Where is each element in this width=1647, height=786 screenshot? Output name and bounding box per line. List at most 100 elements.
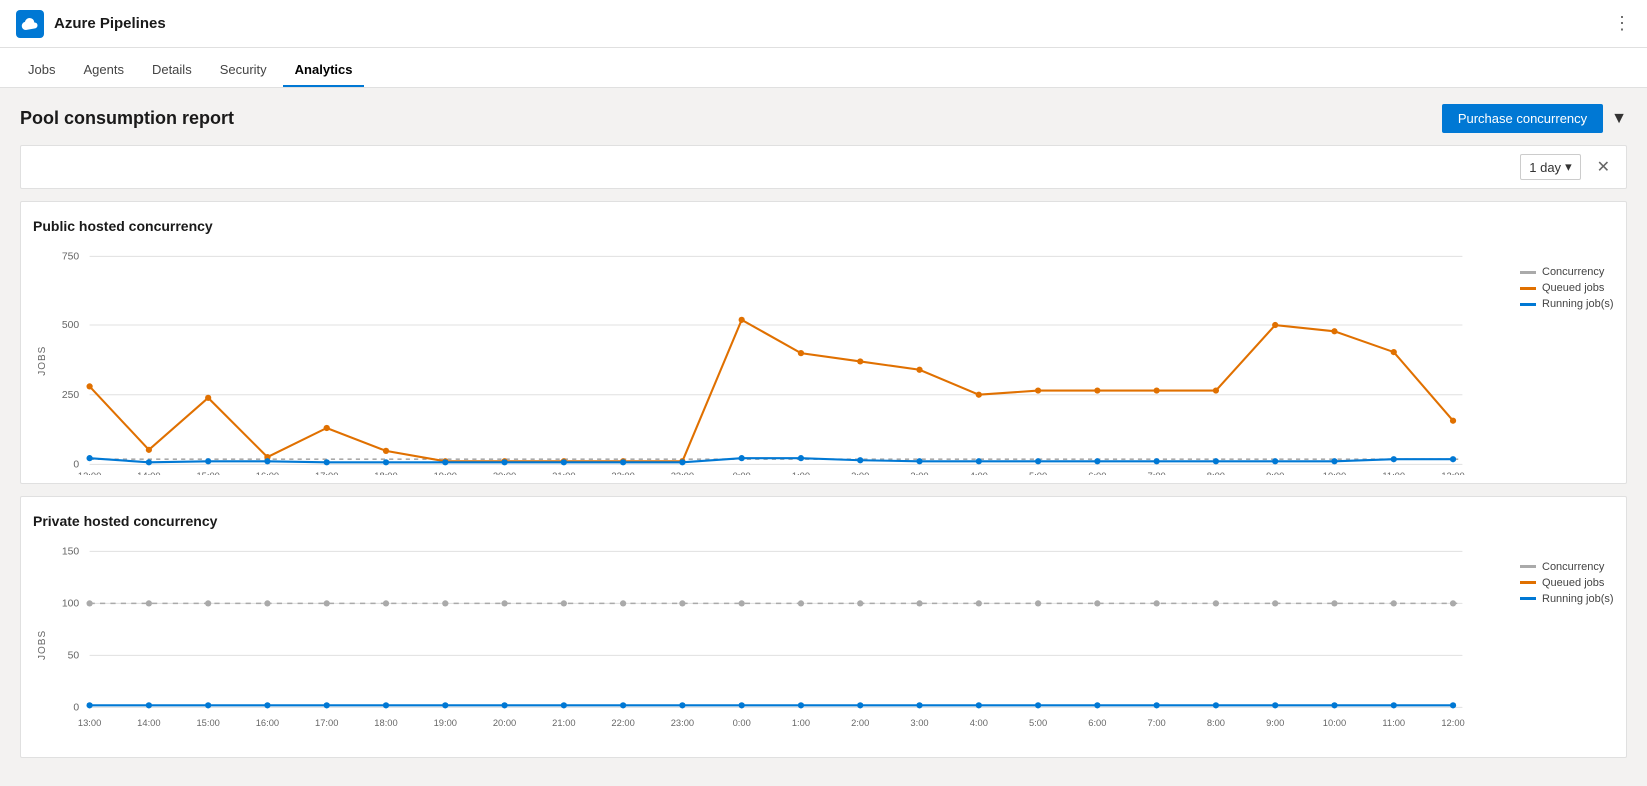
nav-item-jobs[interactable]: Jobs <box>16 54 67 87</box>
svg-text:8:00: 8:00 <box>1207 471 1225 475</box>
svg-text:17:00: 17:00 <box>315 718 338 728</box>
filter-icon[interactable]: ▼ <box>1611 110 1627 128</box>
main-nav: Jobs Agents Details Security Analytics <box>0 48 1647 88</box>
svg-text:12:00: 12:00 <box>1441 471 1464 475</box>
svg-text:0:00: 0:00 <box>733 718 751 728</box>
svg-text:16:00: 16:00 <box>256 471 279 475</box>
svg-text:21:00: 21:00 <box>552 718 575 728</box>
svg-text:50: 50 <box>68 650 80 661</box>
legend-running: Running job(s) <box>1520 298 1614 310</box>
svg-text:22:00: 22:00 <box>611 718 634 728</box>
svg-text:9:00: 9:00 <box>1266 718 1284 728</box>
private-chart-section: Private hosted concurrency JOBS 150 100 … <box>20 496 1627 758</box>
svg-text:20:00: 20:00 <box>493 718 516 728</box>
chevron-down-icon: ▾ <box>1565 159 1572 175</box>
public-chart-section: Public hosted concurrency JOBS 750 500 2… <box>20 201 1627 484</box>
svg-text:7:00: 7:00 <box>1148 718 1166 728</box>
svg-text:7:00: 7:00 <box>1148 471 1166 475</box>
nav-item-analytics[interactable]: Analytics <box>283 54 365 87</box>
svg-text:500: 500 <box>62 320 80 331</box>
svg-text:750: 750 <box>62 252 80 263</box>
svg-text:15:00: 15:00 <box>196 471 219 475</box>
svg-text:11:00: 11:00 <box>1382 718 1405 728</box>
header-actions: Purchase concurrency ▼ <box>1442 104 1627 133</box>
svg-text:18:00: 18:00 <box>374 718 397 728</box>
svg-text:2:00: 2:00 <box>851 718 869 728</box>
svg-text:0: 0 <box>73 460 79 471</box>
legend-concurrency-icon <box>1520 271 1536 274</box>
svg-text:0:00: 0:00 <box>733 471 751 475</box>
private-chart-svg: 150 100 50 0 <box>48 541 1504 749</box>
svg-text:18:00: 18:00 <box>374 471 397 475</box>
svg-text:14:00: 14:00 <box>137 471 160 475</box>
public-y-axis-label: JOBS <box>33 246 48 475</box>
svg-text:15:00: 15:00 <box>196 718 219 728</box>
private-chart-area: 150 100 50 0 <box>48 541 1504 749</box>
svg-text:19:00: 19:00 <box>434 471 457 475</box>
svg-text:17:00: 17:00 <box>315 471 338 475</box>
svg-text:21:00: 21:00 <box>552 471 575 475</box>
purchase-concurrency-button[interactable]: Purchase concurrency <box>1442 104 1603 133</box>
svg-text:9:00: 9:00 <box>1266 471 1284 475</box>
private-legend-concurrency: Concurrency <box>1520 561 1614 573</box>
svg-text:4:00: 4:00 <box>970 718 988 728</box>
svg-text:1:00: 1:00 <box>792 471 810 475</box>
private-chart-legend: Concurrency Queued jobs Running job(s) <box>1504 541 1614 749</box>
legend-queued-icon <box>1520 287 1536 290</box>
public-chart-title: Public hosted concurrency <box>33 218 1614 234</box>
svg-text:19:00: 19:00 <box>434 718 457 728</box>
svg-text:5:00: 5:00 <box>1029 471 1047 475</box>
svg-text:2:00: 2:00 <box>851 471 869 475</box>
svg-text:13:00: 13:00 <box>78 471 101 475</box>
svg-text:4:00: 4:00 <box>970 471 988 475</box>
svg-text:23:00: 23:00 <box>671 471 694 475</box>
svg-text:13:00: 13:00 <box>78 718 101 728</box>
private-legend-running: Running job(s) <box>1520 593 1614 605</box>
svg-text:6:00: 6:00 <box>1088 471 1106 475</box>
nav-item-security[interactable]: Security <box>208 54 279 87</box>
legend-concurrency: Concurrency <box>1520 266 1614 278</box>
private-legend-concurrency-icon <box>1520 565 1536 568</box>
svg-text:3:00: 3:00 <box>910 718 928 728</box>
svg-text:0: 0 <box>73 702 79 713</box>
svg-text:22:00: 22:00 <box>611 471 634 475</box>
more-options-icon[interactable]: ⋮ <box>1613 13 1631 34</box>
app-title: Azure Pipelines <box>54 15 166 32</box>
private-chart-title: Private hosted concurrency <box>33 513 1614 529</box>
filter-bar: 1 day ▾ ✕ <box>20 145 1627 189</box>
svg-text:6:00: 6:00 <box>1088 718 1106 728</box>
svg-text:3:00: 3:00 <box>910 471 928 475</box>
svg-text:12:00: 12:00 <box>1441 718 1464 728</box>
close-filter-button[interactable]: ✕ <box>1597 157 1610 177</box>
svg-text:5:00: 5:00 <box>1029 718 1047 728</box>
app-icon <box>16 10 44 38</box>
public-chart-legend: Concurrency Queued jobs Running job(s) <box>1504 246 1614 475</box>
svg-text:16:00: 16:00 <box>256 718 279 728</box>
page-title: Pool consumption report <box>20 108 234 129</box>
legend-running-icon <box>1520 303 1536 306</box>
private-legend-queued-icon <box>1520 581 1536 584</box>
private-chart-container: JOBS 150 100 50 0 <box>33 541 1614 749</box>
day-selector[interactable]: 1 day ▾ <box>1520 154 1580 180</box>
public-chart-area: 750 500 250 0 <box>48 246 1504 475</box>
page-content: Pool consumption report Purchase concurr… <box>0 88 1647 786</box>
svg-text:150: 150 <box>62 546 80 557</box>
page-header: Pool consumption report Purchase concurr… <box>20 104 1627 133</box>
svg-text:20:00: 20:00 <box>493 471 516 475</box>
private-legend-queued: Queued jobs <box>1520 577 1614 589</box>
svg-text:10:00: 10:00 <box>1323 471 1346 475</box>
nav-item-details[interactable]: Details <box>140 54 204 87</box>
svg-text:100: 100 <box>62 598 80 609</box>
private-legend-running-icon <box>1520 597 1536 600</box>
nav-item-agents[interactable]: Agents <box>71 54 135 87</box>
public-chart-svg: 750 500 250 0 <box>48 246 1504 475</box>
legend-queued: Queued jobs <box>1520 282 1614 294</box>
svg-text:14:00: 14:00 <box>137 718 160 728</box>
svg-text:8:00: 8:00 <box>1207 718 1225 728</box>
svg-text:1:00: 1:00 <box>792 718 810 728</box>
svg-text:11:00: 11:00 <box>1382 471 1405 475</box>
private-y-axis-label: JOBS <box>33 541 48 749</box>
public-chart-container: JOBS 750 500 250 0 <box>33 246 1614 475</box>
app-header: Azure Pipelines ⋮ <box>0 0 1647 48</box>
svg-text:10:00: 10:00 <box>1323 718 1346 728</box>
